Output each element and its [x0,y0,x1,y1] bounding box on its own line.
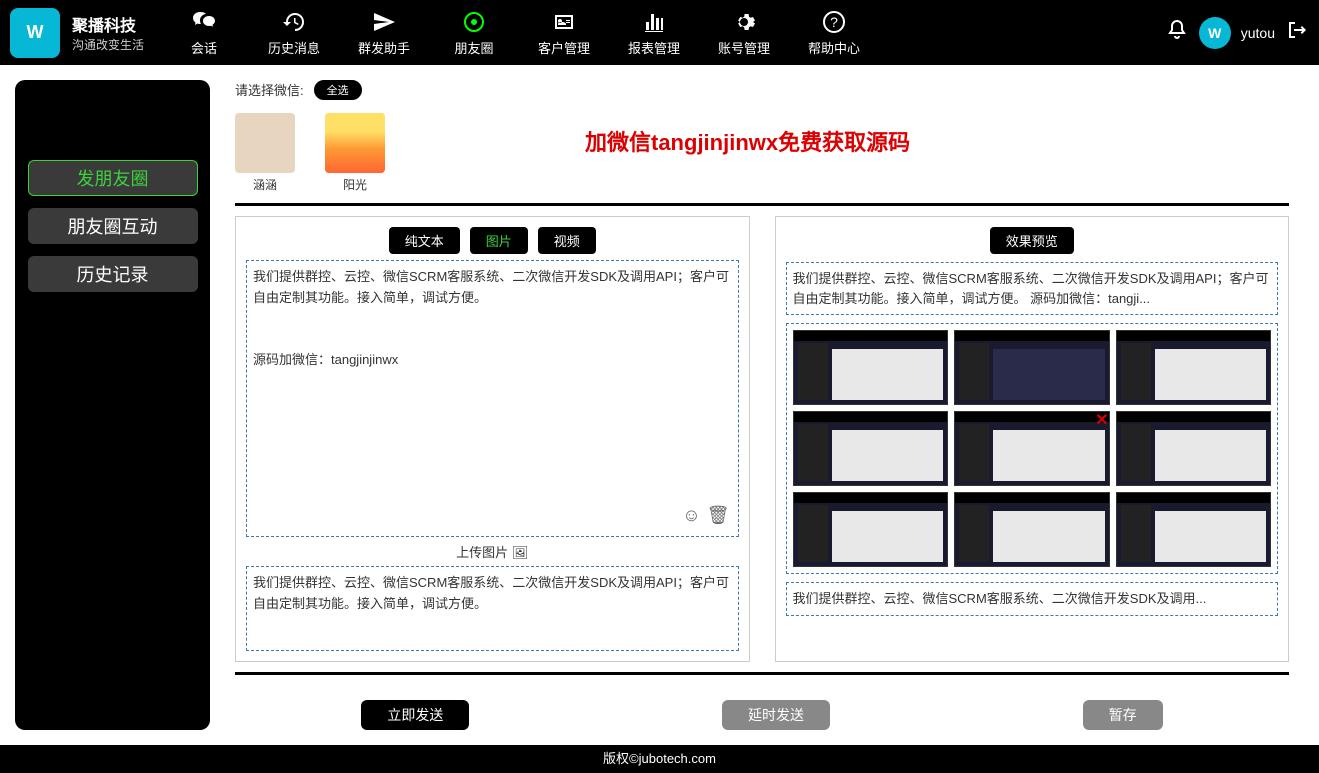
tab-image[interactable]: 图片 [470,227,528,254]
help-icon: ? [822,8,846,36]
avatar-name: 涵涵 [253,176,277,193]
avatar-image [325,113,385,173]
nav-report[interactable]: 报表管理 [624,8,684,57]
footer: 版权©jubotech.com [0,745,1319,773]
preview-title: 效果预览 [990,227,1074,254]
preview-thumb[interactable] [1116,330,1272,405]
logout-icon[interactable] [1285,18,1309,48]
image-icon: 🖼 [512,545,529,560]
sidebar-interact[interactable]: 朋友圈互动 [28,208,198,244]
nav-label: 历史消息 [268,38,320,57]
header: W 聚播科技 沟通改变生活 会话 历史消息 群发助手 朋友圈 客户管理 报表管理 [0,0,1319,65]
close-icon[interactable]: ✕ [1095,410,1108,430]
header-right: W yutou [1165,17,1309,49]
sidebar-post-moments[interactable]: 发朋友圈 [28,160,198,196]
nav-label: 群发助手 [358,38,410,57]
preview-thumb[interactable] [1116,411,1272,486]
svg-text:?: ? [830,14,838,30]
avatar-item[interactable]: 阳光 [325,113,385,193]
compose-panel: 纯文本 图片 视频 我们提供群控、云控、微信SCRM客服系统、二次微信开发SDK… [235,216,750,662]
avatar-name: 阳光 [343,176,367,193]
preview-thumb[interactable] [954,330,1110,405]
sidebar-history[interactable]: 历史记录 [28,256,198,292]
preview-top-text: 我们提供群控、云控、微信SCRM客服系统、二次微信开发SDK及调用API；客户可… [786,262,1279,315]
nav-label: 客户管理 [538,38,590,57]
content-type-tabs: 纯文本 图片 视频 [246,227,739,254]
wechat-icon [192,8,216,36]
nav-label: 帮助中心 [808,38,860,57]
logo[interactable]: W [10,8,60,58]
bell-icon[interactable] [1165,18,1189,48]
emoji-icon[interactable]: ☺ [682,501,700,530]
nav-chat[interactable]: 会话 [174,8,234,57]
upload-image-button[interactable]: 上传图片 🖼 [246,537,739,566]
preview-thumb[interactable] [1116,492,1272,567]
brand: 聚播科技 沟通改变生活 [72,12,144,53]
actions: 立即发送 延时发送 暂存 [235,685,1289,735]
content-text: 我们提供群控、云控、微信SCRM客服系统、二次微信开发SDK及调用API；客户可… [253,269,729,367]
preview-thumb[interactable]: ✕ [954,411,1110,486]
send-delay-button[interactable]: 延时发送 [722,700,830,730]
avatar-item[interactable]: 涵涵 [235,113,295,193]
sidebar: 发朋友圈 朋友圈互动 历史记录 [0,65,225,745]
username: yutou [1241,25,1275,41]
preview-thumb[interactable] [793,411,949,486]
history-icon [282,8,306,36]
chart-icon [642,8,666,36]
save-draft-button[interactable]: 暂存 [1083,700,1163,730]
preview-thumb[interactable] [954,492,1110,567]
brand-title: 聚播科技 [72,12,144,36]
nav-account[interactable]: 账号管理 [714,8,774,57]
nav: 会话 历史消息 群发助手 朋友圈 客户管理 报表管理 账号管理 ? 帮助中心 [174,8,864,57]
divider [235,672,1289,675]
nav-moments[interactable]: 朋友圈 [444,8,504,57]
preview-image-grid: ✕ [786,323,1279,574]
send-icon [372,8,396,36]
select-all-button[interactable]: 全选 [314,80,362,100]
id-card-icon [552,8,576,36]
nav-label: 会话 [191,38,217,57]
preview-thumb[interactable] [793,330,949,405]
tab-text[interactable]: 纯文本 [389,227,460,254]
brand-sub: 沟通改变生活 [72,36,144,53]
nav-help[interactable]: ? 帮助中心 [804,8,864,57]
select-label: 请选择微信: [235,80,304,99]
preview-thumb[interactable] [793,492,949,567]
preview-bottom-text: 我们提供群控、云控、微信SCRM客服系统、二次微信开发SDK及调用... [786,582,1279,616]
avatar-list: 涵涵 阳光 [235,113,385,193]
send-now-button[interactable]: 立即发送 [361,700,469,730]
nav-label: 账号管理 [718,38,770,57]
nav-label: 朋友圈 [455,38,494,57]
content: 请选择微信: 全选 涵涵 阳光 加微信tangjinjinwx免费获取源码 [225,65,1319,745]
preview-panel: 效果预览 我们提供群控、云控、微信SCRM客服系统、二次微信开发SDK及调用AP… [775,216,1290,662]
avatar-image [235,113,295,173]
nav-customer[interactable]: 客户管理 [534,8,594,57]
comment-textarea[interactable]: 我们提供群控、云控、微信SCRM客服系统、二次微信开发SDK及调用API；客户可… [246,566,739,651]
nav-history[interactable]: 历史消息 [264,8,324,57]
divider [235,203,1289,206]
avatar[interactable]: W [1199,17,1231,49]
tab-video[interactable]: 视频 [538,227,596,254]
content-textarea[interactable]: 我们提供群控、云控、微信SCRM客服系统、二次微信开发SDK及调用API；客户可… [246,260,739,537]
nav-groupsend[interactable]: 群发助手 [354,8,414,57]
delete-icon[interactable]: 🗑 [707,501,730,530]
moments-icon [462,8,486,36]
nav-label: 报表管理 [628,38,680,57]
banner-text: 加微信tangjinjinwx免费获取源码 [585,125,910,193]
gear-icon [732,8,756,36]
